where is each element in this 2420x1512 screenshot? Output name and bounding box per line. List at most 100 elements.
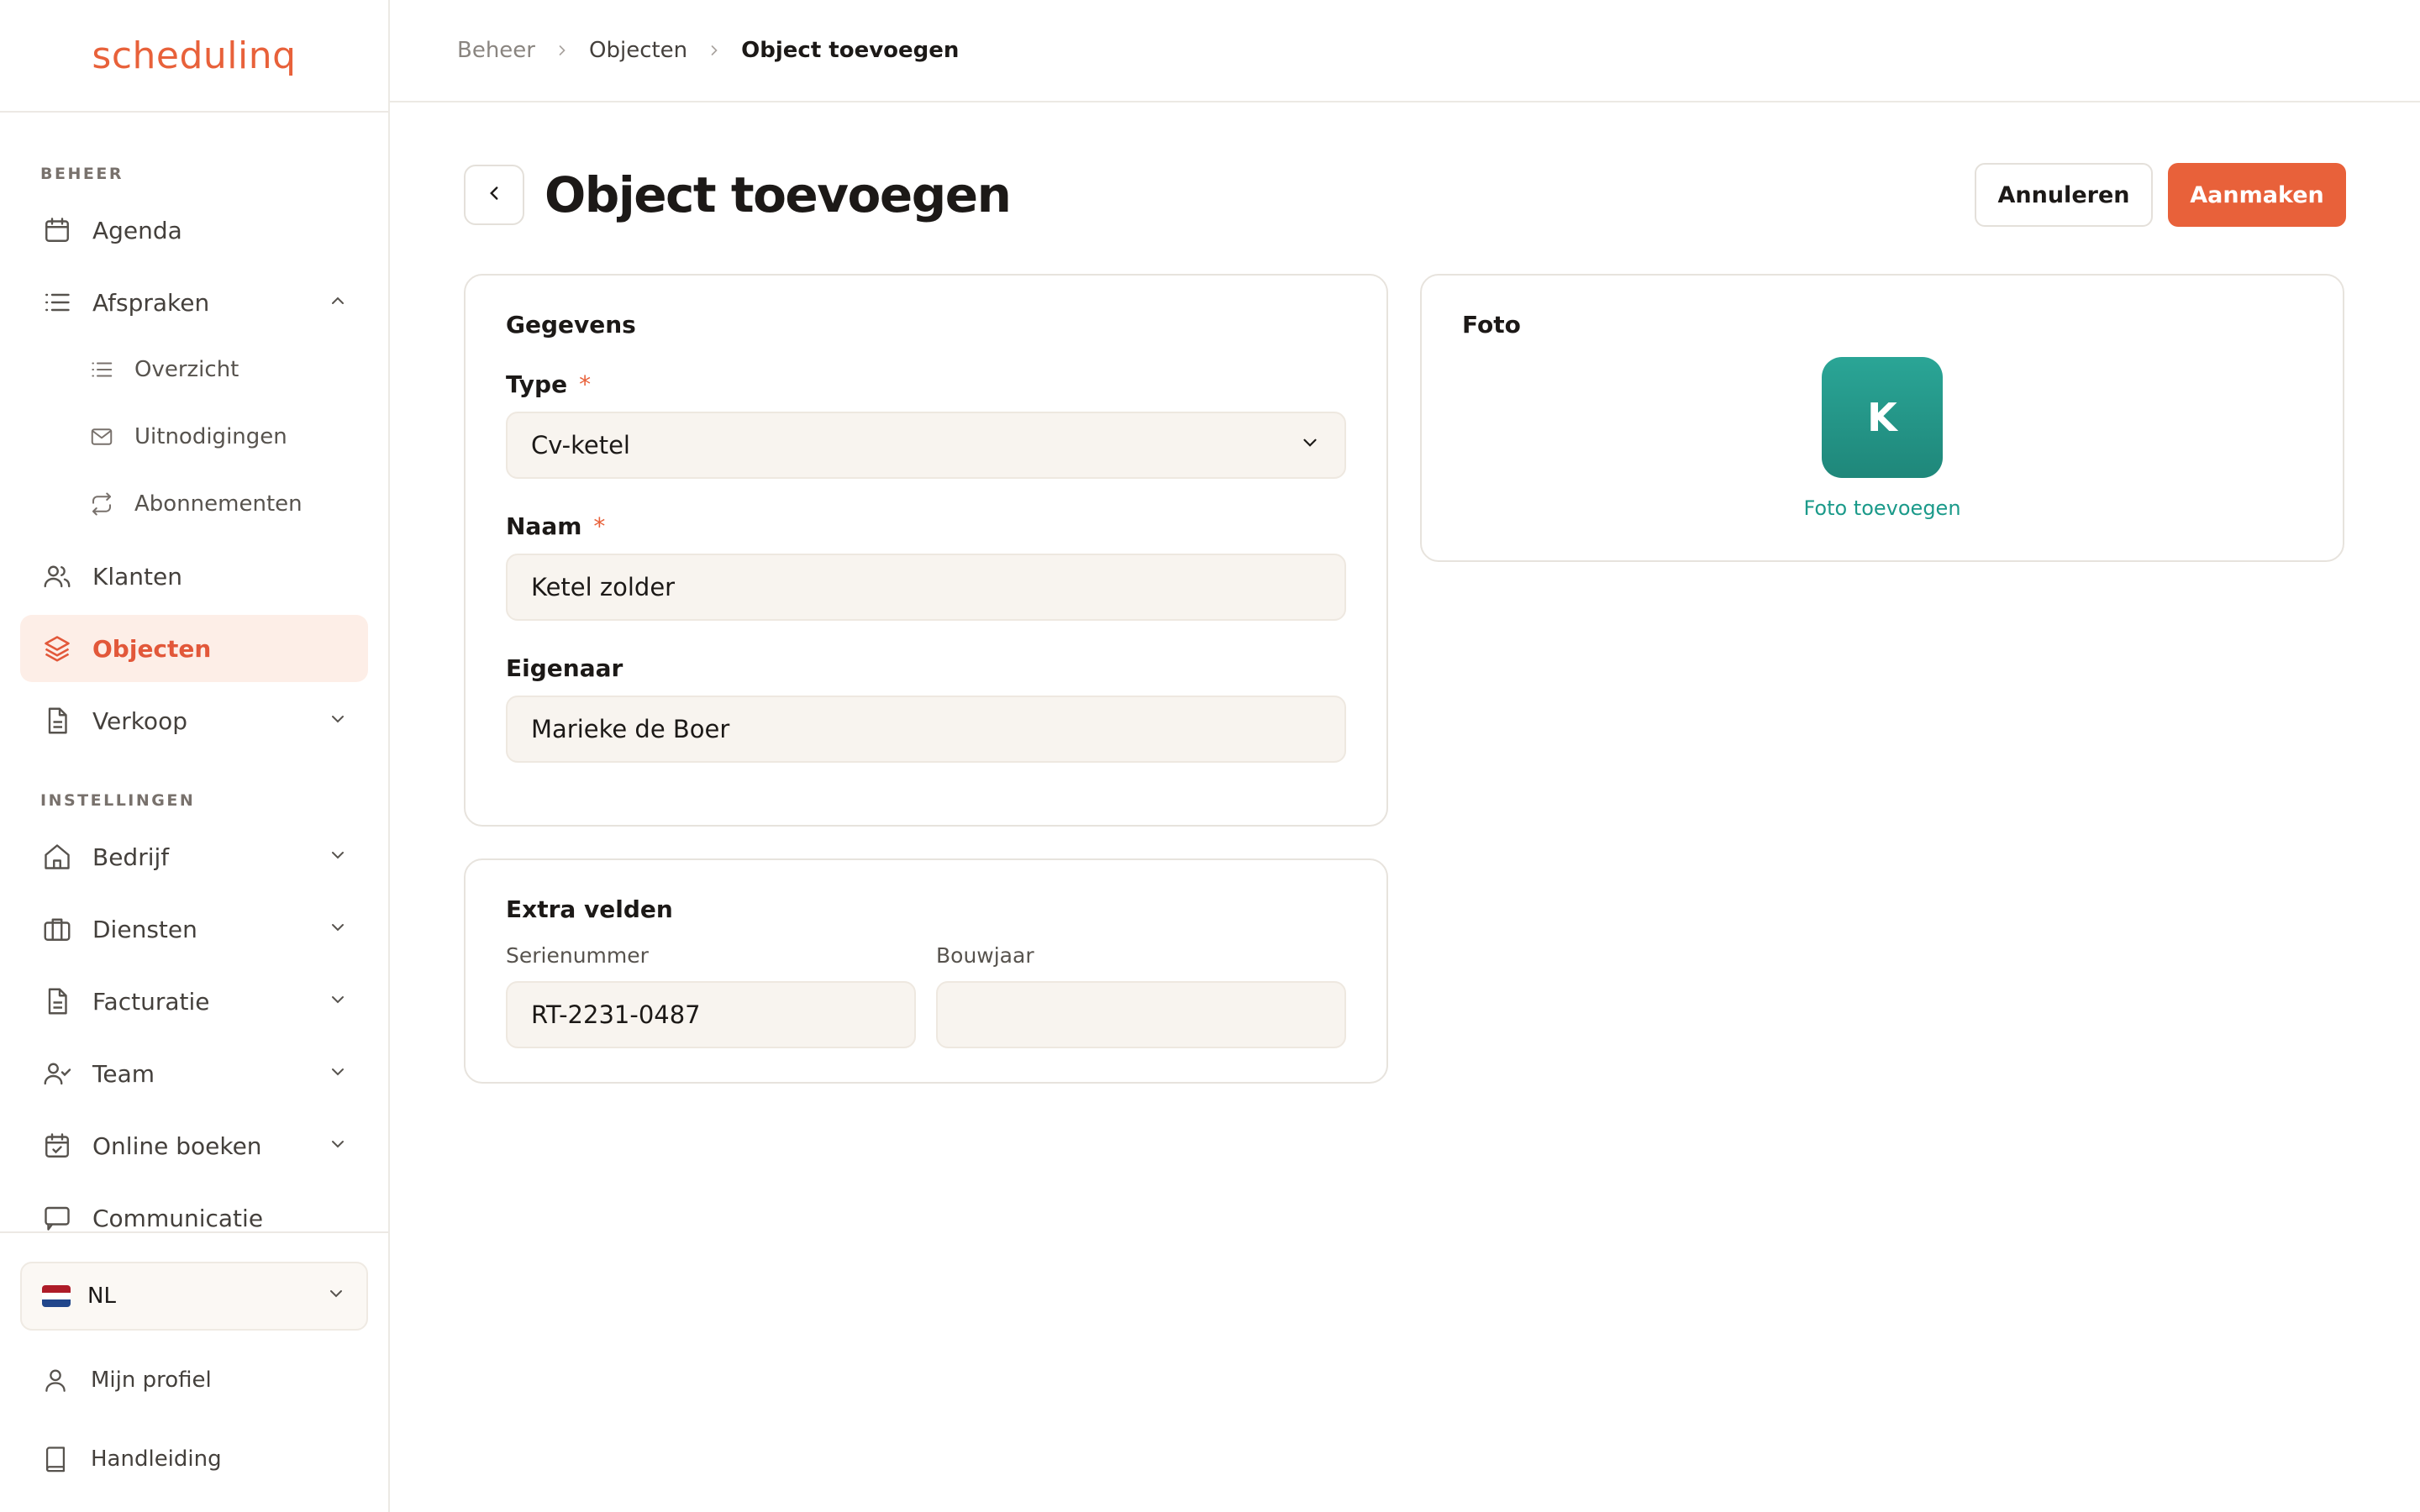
profile-label: Mijn profiel bbox=[91, 1368, 212, 1393]
message-icon bbox=[40, 1201, 74, 1231]
eigenaar-input-value: Marieke de Boer bbox=[531, 715, 730, 743]
form-columns: Gegevens Type * Cv-ketel Naam * Ketel zo… bbox=[464, 274, 2346, 1116]
chevron-down-icon bbox=[328, 1132, 348, 1160]
type-label: Type * bbox=[506, 370, 1346, 398]
extra-fields-row: Serienummer RT-2231-0487 Bouwjaar bbox=[506, 943, 1346, 1048]
right-column: Foto K Foto toevoegen bbox=[1420, 274, 2344, 1116]
briefcase-icon bbox=[40, 912, 74, 946]
chevron-down-icon bbox=[328, 1060, 348, 1088]
bouwjaar-input[interactable] bbox=[936, 981, 1346, 1048]
list-icon bbox=[87, 355, 116, 384]
serienummer-field: Serienummer RT-2231-0487 bbox=[506, 943, 916, 1048]
serienummer-input[interactable]: RT-2231-0487 bbox=[506, 981, 916, 1048]
gegevens-title: Gegevens bbox=[506, 311, 636, 339]
list-icon bbox=[40, 286, 74, 319]
app-root: schedulinq BEHEER Agenda Afspraken Overz… bbox=[0, 0, 2420, 1512]
breadcrumb: Beheer Objecten Object toevoegen bbox=[390, 0, 2420, 102]
user-check-icon bbox=[40, 1057, 74, 1090]
avatar-wrap: K Foto toevoegen bbox=[1462, 357, 2302, 520]
chevron-down-icon bbox=[1299, 431, 1321, 459]
sidebar-subitem-label: Abonnementen bbox=[134, 491, 302, 517]
layers-icon bbox=[40, 632, 74, 665]
object-avatar[interactable]: K bbox=[1822, 357, 1943, 478]
add-photo-link[interactable]: Foto toevoegen bbox=[1803, 496, 1960, 520]
sidebar-item-label: Bedrijf bbox=[92, 843, 170, 871]
page-header: Object toevoegen Annuleren Aanmaken bbox=[464, 161, 2346, 228]
manual-link[interactable]: Handleiding bbox=[20, 1420, 368, 1499]
sidebar-item-team[interactable]: Team bbox=[20, 1040, 368, 1107]
home-icon bbox=[40, 840, 74, 874]
mail-icon bbox=[87, 423, 116, 451]
sidebar-item-label: Facturatie bbox=[92, 987, 210, 1016]
sidebar-item-bedrijf[interactable]: Bedrijf bbox=[20, 823, 368, 890]
document-icon bbox=[40, 704, 74, 738]
sidebar-item-label: Objecten bbox=[92, 634, 212, 663]
serienummer-label: Serienummer bbox=[506, 943, 649, 968]
sidebar-item-facturatie[interactable]: Facturatie bbox=[20, 968, 368, 1035]
bouwjaar-label: Bouwjaar bbox=[936, 943, 1034, 968]
type-select-value: Cv-ketel bbox=[531, 431, 630, 459]
language-select[interactable]: NL bbox=[20, 1262, 368, 1331]
chevron-right-icon bbox=[706, 42, 723, 59]
sidebar-item-label: Online boeken bbox=[92, 1131, 262, 1160]
foto-card: Foto K Foto toevoegen bbox=[1420, 274, 2344, 562]
language-value: NL bbox=[87, 1284, 116, 1309]
left-column: Gegevens Type * Cv-ketel Naam * Ketel zo… bbox=[464, 274, 1388, 1116]
chevron-down-icon bbox=[328, 988, 348, 1016]
back-button[interactable] bbox=[464, 165, 524, 225]
sidebar-footer: NL Mijn profiel Handleiding bbox=[0, 1231, 388, 1512]
user-icon bbox=[39, 1366, 72, 1394]
sidebar-item-objecten[interactable]: Objecten bbox=[20, 615, 368, 682]
eigenaar-input[interactable]: Marieke de Boer bbox=[506, 696, 1346, 763]
breadcrumb-objecten[interactable]: Objecten bbox=[589, 38, 687, 63]
extra-velden-title: Extra velden bbox=[506, 895, 673, 923]
sidebar-item-label: Klanten bbox=[92, 562, 182, 591]
sidebar-subitem-overzicht[interactable]: Overzicht bbox=[20, 336, 368, 403]
sidebar-item-agenda[interactable]: Agenda bbox=[20, 197, 368, 264]
manual-label: Handleiding bbox=[91, 1446, 222, 1472]
serienummer-input-value: RT-2231-0487 bbox=[531, 1000, 701, 1029]
required-mark: * bbox=[579, 370, 592, 398]
main-area: Beheer Objecten Object toevoegen Object … bbox=[390, 0, 2420, 1512]
sidebar-subitem-abonnementen[interactable]: Abonnementen bbox=[20, 470, 368, 538]
invoice-icon bbox=[40, 984, 74, 1018]
sidebar-item-afspraken[interactable]: Afspraken bbox=[20, 269, 368, 336]
type-label-text: Type bbox=[506, 370, 568, 398]
eigenaar-label: Eigenaar bbox=[506, 654, 1346, 682]
cancel-button[interactable]: Annuleren bbox=[1975, 163, 2153, 227]
breadcrumb-current: Object toevoegen bbox=[741, 38, 960, 63]
section-label-instellingen: INSTELLINGEN bbox=[40, 791, 196, 810]
chevron-right-icon bbox=[554, 42, 571, 59]
sidebar-subitem-uitnodigingen[interactable]: Uitnodigingen bbox=[20, 403, 368, 470]
extra-velden-card: Extra velden Serienummer RT-2231-0487 Bo… bbox=[464, 858, 1388, 1084]
required-mark: * bbox=[593, 512, 606, 540]
sidebar-item-communicatie[interactable]: Communicatie bbox=[20, 1184, 368, 1231]
profile-link[interactable]: Mijn profiel bbox=[20, 1341, 368, 1420]
sidebar-item-label: Verkoop bbox=[92, 706, 187, 735]
chevron-down-icon bbox=[328, 843, 348, 871]
flag-nl-icon bbox=[42, 1285, 71, 1307]
naam-input[interactable]: Ketel zolder bbox=[506, 554, 1346, 621]
sidebar-item-label: Diensten bbox=[92, 915, 197, 943]
breadcrumb-beheer[interactable]: Beheer bbox=[457, 38, 535, 63]
sidebar-item-diensten[interactable]: Diensten bbox=[20, 895, 368, 963]
calendar-check-icon bbox=[40, 1129, 74, 1163]
chevron-left-icon bbox=[483, 182, 505, 207]
sidebar-subitem-label: Uitnodigingen bbox=[134, 424, 287, 449]
chevron-down-icon bbox=[326, 1284, 346, 1310]
sidebar-item-klanten[interactable]: Klanten bbox=[20, 543, 368, 610]
logo-text: schedulinq bbox=[92, 34, 297, 77]
users-icon bbox=[40, 559, 74, 593]
chevron-down-icon bbox=[328, 916, 348, 943]
eigenaar-label-text: Eigenaar bbox=[506, 654, 623, 682]
sidebar-item-online-boeken[interactable]: Online boeken bbox=[20, 1112, 368, 1179]
page-title: Object toevoegen bbox=[544, 166, 1012, 223]
section-label-beheer: BEHEER bbox=[40, 165, 124, 183]
type-select[interactable]: Cv-ketel bbox=[506, 412, 1346, 479]
logo[interactable]: schedulinq bbox=[0, 0, 388, 113]
foto-title: Foto bbox=[1462, 311, 1521, 339]
create-button[interactable]: Aanmaken bbox=[2168, 163, 2346, 227]
sidebar-item-label: Agenda bbox=[92, 216, 182, 244]
sidebar-item-verkoop[interactable]: Verkoop bbox=[20, 687, 368, 754]
sidebar: schedulinq BEHEER Agenda Afspraken Overz… bbox=[0, 0, 390, 1512]
